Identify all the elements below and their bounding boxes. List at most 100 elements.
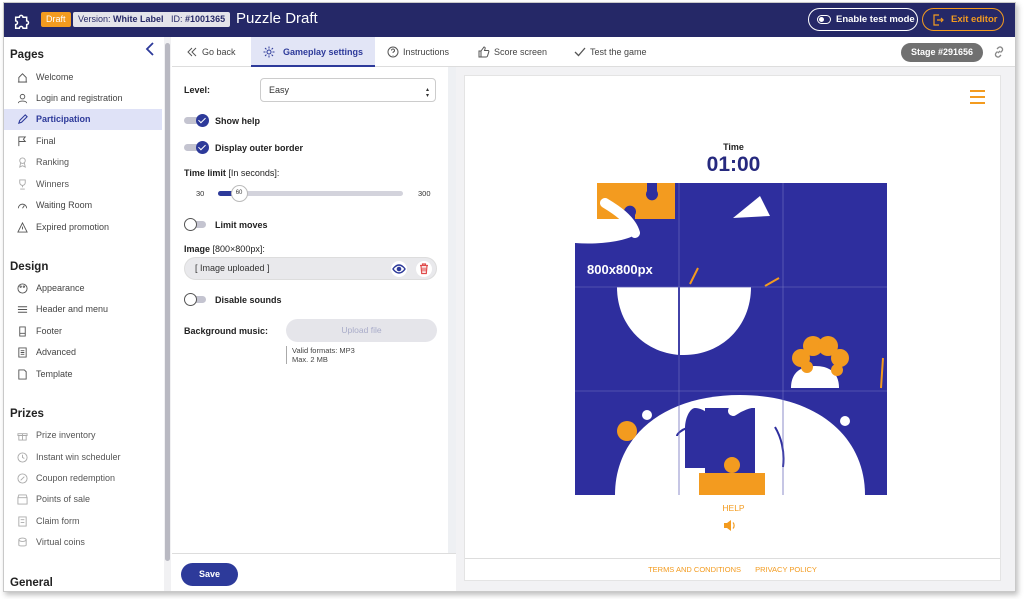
sidebar-item-expired-promotion[interactable]: Expired promotion — [4, 217, 162, 238]
slider-max: 300 — [418, 189, 431, 198]
sidebar-item-label: Claim form — [36, 516, 80, 526]
tab-score-screen[interactable]: Score screen — [472, 37, 562, 67]
max-size-line: Max. 2 MB — [292, 355, 328, 364]
help-link[interactable]: HELP — [465, 503, 1002, 513]
terms-link[interactable]: TERMS AND CONDITIONS — [648, 565, 741, 574]
stage-badge[interactable]: Stage #291656 — [901, 43, 983, 62]
flag-icon — [18, 136, 27, 147]
slider-min: 30 — [196, 189, 205, 198]
time-limit-slider[interactable]: 60 — [218, 185, 403, 202]
eye-icon[interactable] — [390, 261, 408, 277]
welcome-icon — [17, 73, 28, 83]
outer-border-toggle[interactable] — [184, 141, 209, 154]
sidebar-item-label: Appearance — [36, 283, 85, 293]
exit-editor-button[interactable]: Exit editor — [922, 8, 1004, 31]
double-chevron-left-icon — [187, 47, 197, 57]
sidebar-item-label: Ranking — [36, 157, 70, 167]
sidebar: Pages Welcome Login and registration Par… — [4, 37, 162, 591]
sidebar-item-points-of-sale[interactable]: Points of sale — [4, 489, 162, 510]
outer-border-label: Display outer border — [215, 143, 304, 153]
sidebar-item-prize-inventory[interactable]: Prize inventory — [4, 425, 162, 446]
sidebar-item-footer[interactable]: Footer — [4, 321, 162, 342]
sidebar-item-participation[interactable]: Participation — [4, 109, 162, 130]
bg-music-text: Background music: — [184, 326, 269, 336]
sidebar-scrollbar[interactable] — [164, 37, 171, 591]
sidebar-item-instant-win[interactable]: Instant win scheduler — [4, 447, 162, 468]
save-button[interactable]: Save — [181, 563, 238, 586]
level-select[interactable]: Easy — [260, 78, 436, 102]
time-limit-text: Time limit — [184, 168, 226, 178]
sidebar-item-welcome[interactable]: Welcome — [4, 67, 162, 88]
show-help-label: Show help — [215, 116, 260, 126]
show-help-toggle[interactable] — [184, 114, 209, 127]
enable-test-mode-button[interactable]: Enable test mode — [808, 8, 918, 31]
footer-icon — [19, 326, 26, 337]
sidebar-item-advanced[interactable]: Advanced — [4, 342, 162, 363]
scrollbar-thumb[interactable] — [165, 43, 170, 561]
sidebar-item-winners[interactable]: Winners — [4, 174, 162, 195]
speaker-icon[interactable] — [723, 519, 737, 532]
tab-label: Score screen — [494, 47, 548, 57]
sidebar-item-virtual-coins[interactable]: Virtual coins — [4, 532, 162, 553]
tab-instructions[interactable]: Instructions — [381, 37, 467, 67]
upload-file-button[interactable]: Upload file — [286, 319, 437, 342]
timer-value: 01:00 — [706, 153, 761, 176]
privacy-link[interactable]: PRIVACY POLICY — [755, 565, 817, 574]
sidebar-item-template[interactable]: Template — [4, 364, 162, 385]
form-icon — [18, 516, 27, 527]
time-label: Time — [723, 142, 744, 152]
coupon-icon — [17, 473, 28, 484]
sidebar-item-label: Advanced — [36, 347, 77, 357]
settings-scrollbar[interactable] — [448, 67, 456, 553]
sidebar-item-label: Coupon redemption — [36, 473, 116, 483]
level-label-text: Level: — [184, 85, 211, 95]
tab-test-the-game[interactable]: Test the game — [568, 37, 660, 67]
image-caption: 800x800px — [587, 262, 654, 277]
sidebar-item-label: Expired promotion — [36, 222, 110, 232]
list-icon — [18, 347, 27, 358]
sidebar-item-label: Winners — [36, 179, 70, 189]
coins-icon — [18, 537, 27, 547]
collapse-sidebar-icon[interactable] — [145, 42, 155, 56]
sidebar-item-claim-form[interactable]: Claim form — [4, 511, 162, 532]
user-icon — [17, 93, 28, 104]
sidebar-item-label: Participation — [36, 114, 91, 124]
section-heading-design: Design — [10, 261, 49, 273]
sidebar-item-coupon-redemption[interactable]: Coupon redemption — [4, 468, 162, 489]
sidebar-item-label: Template — [36, 369, 73, 379]
puzzle-board[interactable]: 800x800px — [575, 183, 887, 495]
version-value: White Label — [113, 14, 164, 24]
tab-gameplay-settings[interactable]: Gameplay settings — [251, 37, 375, 67]
tab-bar: Go back Gameplay settings Instructions S… — [172, 37, 1015, 67]
game-preview: Time 01:00 800x800px HELP TERMS AND COND… — [464, 75, 1001, 581]
puzzle-logo-icon[interactable] — [12, 9, 34, 31]
palette-icon — [17, 283, 28, 294]
sidebar-item-login[interactable]: Login and registration — [4, 88, 162, 109]
sidebar-item-appearance[interactable]: Appearance — [4, 278, 162, 299]
sidebar-item-final[interactable]: Final — [4, 131, 162, 152]
toggle-knob — [196, 141, 209, 154]
save-bar: Save — [172, 553, 456, 591]
hamburger-menu-icon[interactable] — [970, 90, 985, 104]
trash-icon[interactable] — [416, 261, 432, 277]
question-icon — [387, 46, 399, 58]
limit-moves-toggle[interactable] — [184, 218, 209, 231]
sidebar-item-header-menu[interactable]: Header and menu — [4, 299, 162, 320]
draft-badge: Draft — [41, 12, 71, 27]
settings-panel: Level: Easy Show help Display outer bord… — [172, 67, 448, 591]
section-heading-prizes: Prizes — [10, 408, 44, 420]
sidebar-item-waiting-room[interactable]: Waiting Room — [4, 195, 162, 216]
disable-sounds-toggle[interactable] — [184, 293, 209, 306]
tab-label: Test the game — [590, 47, 647, 57]
slider-handle[interactable]: 60 — [230, 185, 248, 202]
sidebar-item-label: Footer — [36, 326, 63, 336]
level-label: Level: — [184, 85, 210, 95]
gauge-icon — [17, 203, 28, 209]
menu-icon — [17, 306, 28, 313]
sidebar-item-ranking[interactable]: Ranking — [4, 152, 162, 173]
tab-go-back[interactable]: Go back — [180, 37, 250, 67]
thumbs-up-icon — [478, 46, 490, 58]
time-limit-label: Time limit [In seconds]: — [184, 168, 279, 178]
image-label: Image [800×800px]: — [184, 244, 265, 254]
link-icon[interactable] — [992, 45, 1006, 59]
